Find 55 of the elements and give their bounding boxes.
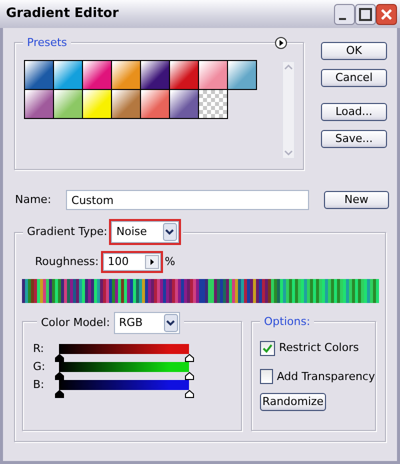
slider-stop[interactable]: [185, 354, 194, 362]
gradient-swatch[interactable]: [198, 89, 228, 119]
gradient-swatch[interactable]: [111, 60, 141, 90]
checkbox-label: Restrict Colors: [279, 340, 359, 356]
channel-label: B:: [33, 380, 46, 390]
checkbox[interactable]: [260, 369, 273, 384]
minimize-button[interactable]: [334, 4, 355, 24]
color-model-dropdown[interactable]: RGB: [114, 312, 180, 334]
gradient-swatch[interactable]: [82, 89, 112, 119]
roughness-label: Roughness:: [35, 254, 99, 270]
gradient-type-dropdown[interactable]: Noise: [111, 221, 180, 243]
check-icon: [262, 342, 273, 354]
caret-icon: [163, 223, 178, 241]
gradient-swatch[interactable]: [24, 60, 54, 90]
percent-label: %: [164, 254, 176, 270]
name-label: Name:: [15, 192, 52, 208]
slider-stop[interactable]: [55, 390, 64, 398]
channel-label: R:: [33, 344, 46, 354]
new-button[interactable]: New: [324, 191, 389, 209]
randomize-button[interactable]: Randomize: [260, 393, 326, 411]
gradient-swatch[interactable]: [140, 60, 170, 90]
caret-icon: [164, 314, 178, 332]
slider-stop[interactable]: [55, 354, 64, 362]
load-button[interactable]: Load...: [321, 103, 387, 121]
gradient-type-label: Gradient Type:: [27, 224, 108, 240]
arrow-right-icon[interactable]: [144, 255, 159, 269]
close-button[interactable]: [376, 4, 397, 24]
window-title: Gradient Editor: [6, 5, 120, 24]
checkbox-label: Add Transparency: [276, 368, 375, 384]
slider-track[interactable]: [59, 362, 189, 372]
cancel-button[interactable]: Cancel: [321, 69, 387, 87]
gradient-swatch[interactable]: [53, 89, 83, 119]
slider-track[interactable]: [59, 380, 189, 390]
color-model-label: Color Model:: [41, 314, 110, 331]
gradient-swatch[interactable]: [111, 89, 141, 119]
gradient-swatch[interactable]: [53, 60, 83, 90]
gradient-swatch[interactable]: [227, 60, 257, 90]
gradient-swatch[interactable]: [169, 60, 199, 90]
save-button[interactable]: Save...: [321, 130, 387, 148]
ok-button[interactable]: OK: [321, 42, 387, 60]
slider-stop[interactable]: [55, 372, 64, 380]
gradient-swatch[interactable]: [82, 60, 112, 90]
name-field[interactable]: Custom: [66, 190, 309, 210]
slider-stop[interactable]: [185, 390, 194, 398]
gradient-swatch[interactable]: [140, 89, 170, 119]
gradient-swatch[interactable]: [198, 60, 228, 90]
roughness-field[interactable]: 100: [102, 253, 161, 271]
channel-label: G:: [33, 362, 46, 372]
slider-track[interactable]: [59, 344, 189, 354]
gradient-swatch[interactable]: [24, 89, 54, 119]
maximize-button[interactable]: [355, 4, 376, 24]
gradient-swatch[interactable]: [169, 89, 199, 119]
slider-stop[interactable]: [185, 372, 194, 380]
options-label: Options:: [260, 314, 314, 330]
checkbox[interactable]: [260, 340, 275, 356]
